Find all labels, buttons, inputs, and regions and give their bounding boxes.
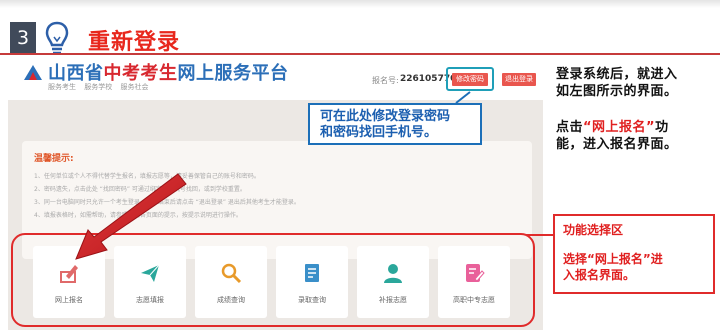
paper-plane-icon [141, 264, 160, 282]
function-area-title: 功能选择区 [563, 223, 624, 237]
tile-volunteer-fill[interactable]: 志愿填报 [114, 246, 186, 318]
platform-screenshot: 山西省中考考生网上服务平台 服务考生 服务学校 服务社会 报名号: 226105… [8, 56, 543, 330]
callout-line1: 可在此处修改登录密码 [320, 109, 451, 124]
platform-name-part2: 中考考生 [103, 63, 178, 84]
magnifier-icon [221, 263, 242, 284]
slide-title: 重新登录 [88, 30, 181, 55]
tile-admission-query[interactable]: 录取查询 [276, 246, 348, 318]
callout-line2: 和密码找回手机号。 [320, 125, 438, 140]
instruction-suffix: 功 [655, 120, 669, 135]
tile-label: 补报志愿 [379, 296, 407, 304]
document-icon [305, 264, 319, 282]
function-area-body: 选择“网上报名”进 入报名界面。 [563, 251, 663, 283]
modify-password-button[interactable]: 修改密码 [452, 73, 488, 86]
instruction-line: 登录系统后，就进入 [556, 67, 678, 82]
tips-title: 温馨提示: [34, 154, 74, 164]
platform-logo-icon [24, 65, 42, 80]
instruction-line: 点击“网上报名”功 [556, 119, 678, 136]
person-icon [384, 264, 402, 283]
tile-online-registration[interactable]: 网上报名 [33, 246, 105, 318]
nav-society[interactable]: 服务社会 [120, 83, 148, 91]
registration-label: 报名号: [372, 76, 399, 85]
instruction-line: 能，进入报名界面。 [556, 137, 678, 152]
tile-vocational-volunteer[interactable]: 高职中专志愿 [438, 246, 510, 318]
tip-item: 2、密码遗失，点击此处 “找回密码” 可通过绑定的手机号找回，或到学校重置。 [34, 186, 246, 193]
site-header: 山西省中考考生网上服务平台 服务考生 服务学校 服务社会 报名号: 226105… [8, 56, 543, 100]
instruction-paragraph-2: 点击“网上报名”功 能，进入报名界面。 [556, 119, 678, 153]
instruction-paragraph-1: 登录系统后，就进入 如左图所示的界面。 [556, 66, 678, 100]
platform-name-part3: 网上服务平台 [177, 63, 289, 84]
tip-item: 3、同一台电脑同时只允许一个考生登录，操作结束后请点击 “退出登录” 退出后其他… [34, 199, 300, 206]
top-gradient-band [0, 0, 720, 8]
tile-label: 志愿填报 [136, 296, 164, 304]
instruction-prefix: 点击 [556, 120, 584, 135]
instruction-highlight: “网上报名” [583, 120, 656, 135]
tile-score-query[interactable]: 成绩查询 [195, 246, 267, 318]
platform-name-part1: 山西省 [48, 63, 104, 84]
tile-supplement-volunteer[interactable]: 补报志愿 [357, 246, 429, 318]
edit-form-icon [466, 264, 485, 282]
tile-label: 录取查询 [298, 296, 326, 304]
tip-item: 1、任何单位或个人不得代替学生报名，填报志愿等，请妥善保管自己的账号和密码。 [34, 173, 260, 180]
site-nav: 服务考生 服务学校 服务社会 [48, 82, 154, 92]
nav-schools[interactable]: 服务学校 [84, 83, 112, 91]
function-area-line: 入报名界面。 [563, 268, 636, 282]
function-area-line: 选择“网上报名”进 [563, 252, 663, 266]
tile-label: 网上报名 [55, 296, 83, 304]
tile-label: 成绩查询 [217, 296, 245, 304]
nav-students[interactable]: 服务考生 [48, 83, 76, 91]
header-divider [0, 53, 720, 55]
slide-number: 3 [10, 22, 36, 54]
pen-form-icon [60, 265, 78, 283]
function-area-note: 功能选择区 选择“网上报名”进 入报名界面。 [553, 214, 715, 294]
instruction-line: 如左图所示的界面。 [556, 84, 678, 99]
connector-line [526, 234, 554, 236]
logout-button[interactable]: 退出登录 [502, 73, 536, 86]
tip-item: 4、填报表格时，如需帮助，请参照系统各页面的提示，按提示说明进行操作。 [34, 212, 242, 219]
password-callout: 可在此处修改登录密码 和密码找回手机号。 [308, 103, 482, 145]
tile-label: 高职中专志愿 [453, 296, 495, 304]
slide-header: 3 重新登录 [0, 10, 720, 55]
